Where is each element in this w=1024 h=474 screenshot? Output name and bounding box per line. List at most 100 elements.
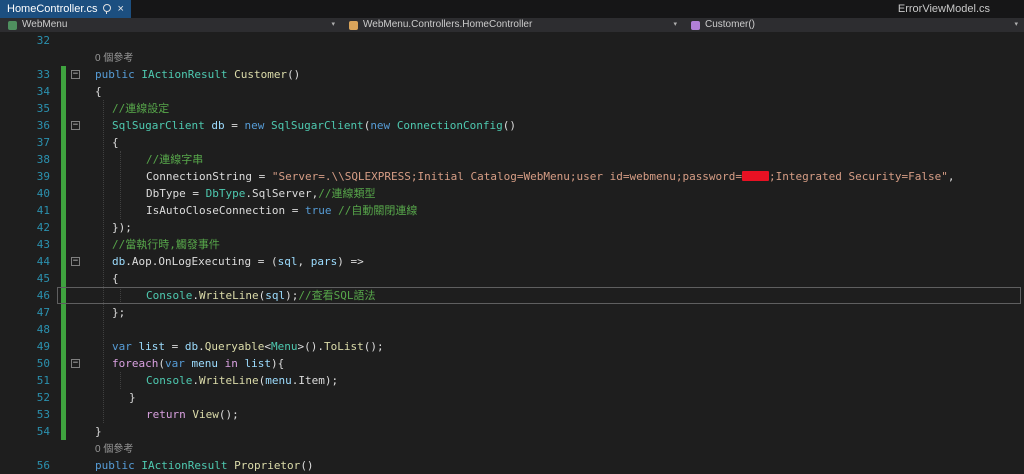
code-text[interactable]: db.Aop.OnLogExecuting = (sql, pars) => bbox=[85, 253, 1024, 270]
outline-margin bbox=[66, 270, 85, 287]
collapse-icon[interactable]: − bbox=[71, 121, 80, 130]
codelens-label[interactable]: 0 個參考 bbox=[85, 49, 1024, 66]
code-text[interactable]: Console.WriteLine(menu.Item); bbox=[85, 372, 1024, 389]
token-ctl: in bbox=[224, 357, 245, 370]
code-text[interactable]: SqlSugarClient db = new SqlSugarClient(n… bbox=[85, 117, 1024, 134]
collapse-icon[interactable]: − bbox=[71, 257, 80, 266]
code-text[interactable]: //連線字串 bbox=[85, 151, 1024, 168]
token-var: sql bbox=[277, 255, 298, 268]
code-line[interactable]: 36 − SqlSugarClient db = new SqlSugarClien… bbox=[0, 117, 1024, 134]
collapse-icon[interactable]: − bbox=[71, 70, 80, 79]
line-number[interactable]: 39 bbox=[0, 168, 50, 185]
line-number[interactable]: 48 bbox=[0, 321, 50, 338]
line-number[interactable]: 46 bbox=[0, 287, 50, 304]
breadcrumb-project-dropdown[interactable]: WebMenu ▾ bbox=[0, 18, 341, 32]
code-line[interactable]: 44 − db.Aop.OnLogExecuting = (sql, pars) =… bbox=[0, 253, 1024, 270]
code-line[interactable]: 39 ConnectionString = "Server=.\\SQLEXPRE… bbox=[0, 168, 1024, 185]
code-text[interactable]: //連線設定 bbox=[85, 100, 1024, 117]
code-text[interactable]: ConnectionString = "Server=.\\SQLEXPRESS… bbox=[85, 168, 1024, 185]
code-line[interactable]: 47}; bbox=[0, 304, 1024, 321]
tab-errorviewmodel[interactable]: ErrorViewModel.cs bbox=[890, 0, 998, 18]
line-number[interactable]: 36 bbox=[0, 117, 50, 134]
line-number[interactable]: 52 bbox=[0, 389, 50, 406]
line-number[interactable]: 56 bbox=[0, 457, 50, 474]
codelens-row[interactable]: 0 個參考 bbox=[0, 49, 1024, 66]
code-text[interactable]: //當執行時,觸發事件 bbox=[85, 236, 1024, 253]
line-number[interactable]: 49 bbox=[0, 338, 50, 355]
code-line[interactable]: 54} bbox=[0, 423, 1024, 440]
code-text[interactable] bbox=[85, 321, 1024, 338]
code-line[interactable]: 46 Console.WriteLine(sql);//查看SQL語法 bbox=[0, 287, 1024, 304]
line-number[interactable]: 35 bbox=[0, 100, 50, 117]
line-number[interactable]: 51 bbox=[0, 372, 50, 389]
line-number[interactable]: 45 bbox=[0, 270, 50, 287]
line-number[interactable]: 32 bbox=[0, 32, 50, 49]
code-text[interactable]: IsAutoCloseConnection = true //自動關閉連線 bbox=[85, 202, 1024, 219]
code-line[interactable]: 33 − public IActionResult Customer() bbox=[0, 66, 1024, 83]
line-number[interactable]: 47 bbox=[0, 304, 50, 321]
code-line[interactable]: 48 bbox=[0, 321, 1024, 338]
code-text[interactable]: { bbox=[85, 134, 1024, 151]
line-number[interactable]: 42 bbox=[0, 219, 50, 236]
code-text[interactable]: DbType = DbType.SqlServer,//連線類型 bbox=[85, 185, 1024, 202]
outline-margin[interactable]: − bbox=[66, 253, 85, 270]
line-number[interactable]: 43 bbox=[0, 236, 50, 253]
codelens-row[interactable]: 0 個參考 bbox=[0, 440, 1024, 457]
code-line[interactable]: 32 bbox=[0, 32, 1024, 49]
code-line[interactable]: 53 return View(); bbox=[0, 406, 1024, 423]
tab-homecontroller[interactable]: HomeController.cs × bbox=[0, 0, 131, 18]
code-text[interactable]: }); bbox=[85, 219, 1024, 236]
line-number[interactable]: 41 bbox=[0, 202, 50, 219]
line-number[interactable]: 53 bbox=[0, 406, 50, 423]
outline-margin[interactable]: − bbox=[66, 66, 85, 83]
close-icon[interactable]: × bbox=[117, 4, 123, 15]
code-text[interactable]: }; bbox=[85, 304, 1024, 321]
code-text[interactable]: } bbox=[85, 423, 1024, 440]
token-com: //查看SQL語法 bbox=[298, 289, 376, 302]
breadcrumb-member-dropdown[interactable]: Customer() ▾ bbox=[683, 18, 1024, 32]
code-line[interactable]: 56 public IActionResult Proprietor() bbox=[0, 457, 1024, 474]
collapse-icon[interactable]: − bbox=[71, 359, 80, 368]
code-text[interactable]: Console.WriteLine(sql);//查看SQL語法 bbox=[85, 287, 1024, 304]
code-text[interactable]: { bbox=[85, 270, 1024, 287]
code-line[interactable]: 43 //當執行時,觸發事件 bbox=[0, 236, 1024, 253]
code-line[interactable]: 50 − foreach(var menu in list){ bbox=[0, 355, 1024, 372]
code-line[interactable]: 38 //連線字串 bbox=[0, 151, 1024, 168]
code-text[interactable]: public IActionResult Customer() bbox=[85, 66, 1024, 83]
code-line[interactable]: 49 var list = db.Queryable<Menu>().ToList… bbox=[0, 338, 1024, 355]
token-pln: } bbox=[95, 425, 102, 438]
line-number[interactable]: 38 bbox=[0, 151, 50, 168]
code-line[interactable]: 34 { bbox=[0, 83, 1024, 100]
code-line[interactable]: 52} bbox=[0, 389, 1024, 406]
line-number[interactable] bbox=[0, 49, 50, 66]
code-text[interactable]: foreach(var menu in list){ bbox=[85, 355, 1024, 372]
outline-margin[interactable]: − bbox=[66, 355, 85, 372]
code-text[interactable]: public IActionResult Proprietor() bbox=[85, 457, 1024, 474]
line-number[interactable]: 54 bbox=[0, 423, 50, 440]
code-line[interactable]: 37 { bbox=[0, 134, 1024, 151]
pin-icon[interactable] bbox=[103, 3, 112, 14]
code-text[interactable] bbox=[85, 32, 1024, 49]
line-number[interactable] bbox=[0, 440, 50, 457]
outline-margin[interactable]: − bbox=[66, 117, 85, 134]
code-text[interactable]: { bbox=[85, 83, 1024, 100]
code-line[interactable]: 45 { bbox=[0, 270, 1024, 287]
code-line[interactable]: 51 Console.WriteLine(menu.Item); bbox=[0, 372, 1024, 389]
line-number[interactable]: 33 bbox=[0, 66, 50, 83]
line-number[interactable]: 44 bbox=[0, 253, 50, 270]
codelens-label[interactable]: 0 個參考 bbox=[85, 440, 1024, 457]
code-line[interactable]: 41 IsAutoCloseConnection = true //自動關閉連線 bbox=[0, 202, 1024, 219]
line-number[interactable]: 50 bbox=[0, 355, 50, 372]
code-line[interactable]: 40 DbType = DbType.SqlServer,//連線類型 bbox=[0, 185, 1024, 202]
code-text[interactable]: return View(); bbox=[85, 406, 1024, 423]
code-text[interactable]: } bbox=[85, 389, 1024, 406]
code-line[interactable]: 42}); bbox=[0, 219, 1024, 236]
code-editor[interactable]: 32 0 個參考 33− public IActionResult Customer(… bbox=[0, 32, 1024, 474]
line-number[interactable]: 40 bbox=[0, 185, 50, 202]
class-icon bbox=[349, 20, 358, 30]
line-number[interactable]: 37 bbox=[0, 134, 50, 151]
breadcrumb-type-dropdown[interactable]: WebMenu.Controllers.HomeController ▾ bbox=[341, 18, 683, 32]
code-text[interactable]: var list = db.Queryable<Menu>().ToList()… bbox=[85, 338, 1024, 355]
line-number[interactable]: 34 bbox=[0, 83, 50, 100]
code-line[interactable]: 35 //連線設定 bbox=[0, 100, 1024, 117]
